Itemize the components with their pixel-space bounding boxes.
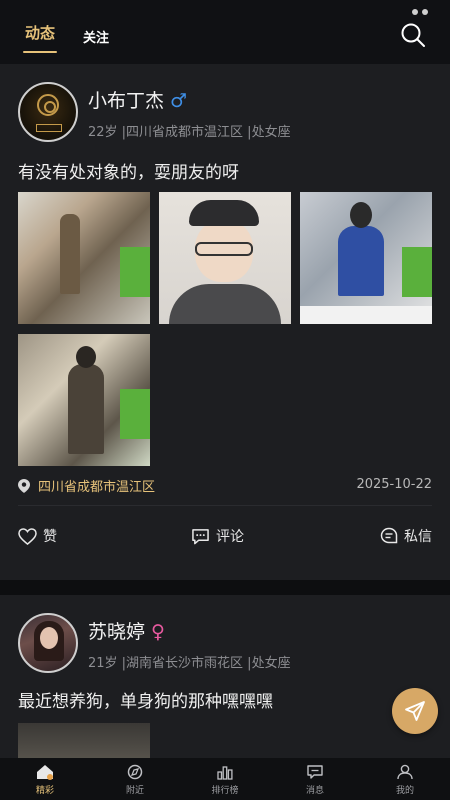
profile-icon bbox=[397, 764, 413, 780]
username[interactable]: 苏晓婷 ♀ bbox=[88, 617, 165, 644]
post-card: 小布丁杰♂ 22岁 |四川省成都市温江区 |处女座 有没有处对象的，耍朋友的呀 bbox=[0, 64, 450, 580]
top-bar: 动态 关注 bbox=[0, 0, 450, 64]
photo-glasses bbox=[195, 242, 253, 256]
nav-label: 排行榜 bbox=[211, 786, 239, 796]
photo-subject bbox=[338, 226, 384, 296]
photo-subject bbox=[68, 346, 104, 454]
post-photo[interactable] bbox=[300, 192, 432, 324]
location-text: 四川省成都市温江区 bbox=[38, 480, 156, 495]
female-icon: ♀ bbox=[151, 621, 165, 643]
nav-label: 精彩 bbox=[35, 786, 54, 796]
username-text: 小布丁杰 bbox=[88, 90, 165, 112]
chat-bubble-icon bbox=[380, 527, 398, 544]
photo-cap bbox=[189, 200, 259, 226]
publish-button[interactable] bbox=[392, 688, 438, 734]
photo-subject bbox=[60, 214, 80, 294]
post-text: 最近想养狗，单身狗的那种嘿嘿嘿 bbox=[18, 692, 273, 712]
nav-label: 消息 bbox=[305, 786, 324, 796]
post-date: 2025-10-22 bbox=[356, 477, 432, 492]
photo-detail bbox=[120, 389, 150, 439]
photo-detail bbox=[120, 247, 150, 297]
photo-detail bbox=[402, 247, 432, 297]
location-pin-icon bbox=[18, 478, 30, 493]
divider bbox=[18, 505, 432, 506]
search-icon bbox=[401, 23, 425, 47]
nav-item-ranking[interactable]: 排行榜 bbox=[180, 758, 270, 800]
tab-follow[interactable]: 关注 bbox=[83, 27, 109, 46]
status-indicators bbox=[408, 0, 438, 15]
message-icon bbox=[307, 765, 323, 779]
photo-sink bbox=[300, 306, 432, 324]
nav-item-home[interactable]: 精彩 bbox=[0, 758, 90, 800]
like-label: 赞 bbox=[43, 529, 57, 545]
ranking-icon bbox=[217, 766, 233, 780]
private-message-button[interactable]: 私信 bbox=[380, 526, 432, 546]
post-text: 有没有处对象的，耍朋友的呀 bbox=[18, 163, 239, 183]
user-meta: 22岁 |四川省成都市温江区 |处女座 bbox=[88, 125, 291, 140]
nav-item-profile[interactable]: 我的 bbox=[360, 758, 450, 800]
comment-label: 评论 bbox=[216, 529, 244, 545]
nav-item-messages[interactable]: 消息 bbox=[270, 758, 360, 800]
rose-logo-icon bbox=[37, 94, 59, 116]
search-button[interactable] bbox=[400, 22, 426, 48]
paper-plane-icon bbox=[405, 701, 425, 721]
male-icon: ♂ bbox=[170, 90, 188, 112]
tab-dynamic[interactable]: 动态 bbox=[22, 22, 58, 53]
home-icon bbox=[37, 765, 53, 780]
avatar-face bbox=[40, 627, 58, 649]
post-photo[interactable] bbox=[18, 334, 150, 466]
comment-button[interactable]: 评论 bbox=[191, 526, 244, 546]
nav-label: 我的 bbox=[395, 786, 414, 796]
app-root: 动态 关注 小布丁杰 ♂ 22岁 |四川省成都市温江区 |处女座 有没有处对象的，… bbox=[0, 0, 450, 800]
post-photo[interactable] bbox=[18, 192, 150, 324]
bottom-nav: 精彩 附近 排行榜 消息 我的 bbox=[0, 758, 450, 800]
private-message-label: 私信 bbox=[404, 529, 432, 545]
nav-item-nearby[interactable]: 附近 bbox=[90, 758, 180, 800]
post-photo[interactable] bbox=[159, 192, 291, 324]
photo-head bbox=[350, 202, 372, 228]
username-text: 苏晓婷 bbox=[88, 621, 146, 643]
photo-subject bbox=[169, 284, 281, 324]
comment-icon bbox=[192, 528, 209, 544]
like-button[interactable]: 赞 bbox=[18, 526, 57, 546]
avatar-logo-plate bbox=[36, 124, 62, 132]
post-card: 苏晓婷 ♀ 21岁 |湖南省长沙市雨花区 |处女座 最近想养狗，单身狗的那种嘿嘿嘿 bbox=[0, 595, 450, 765]
user-meta: 21岁 |湖南省长沙市雨花区 |处女座 bbox=[88, 656, 291, 671]
nav-label: 附近 bbox=[125, 786, 144, 796]
avatar[interactable] bbox=[18, 613, 78, 673]
heart-icon bbox=[18, 527, 37, 545]
location[interactable]: 四川省成都市温江区 bbox=[18, 476, 155, 495]
avatar[interactable] bbox=[18, 82, 78, 142]
username[interactable]: 小布丁杰 ♂ bbox=[88, 86, 187, 113]
nearby-icon bbox=[127, 764, 143, 780]
